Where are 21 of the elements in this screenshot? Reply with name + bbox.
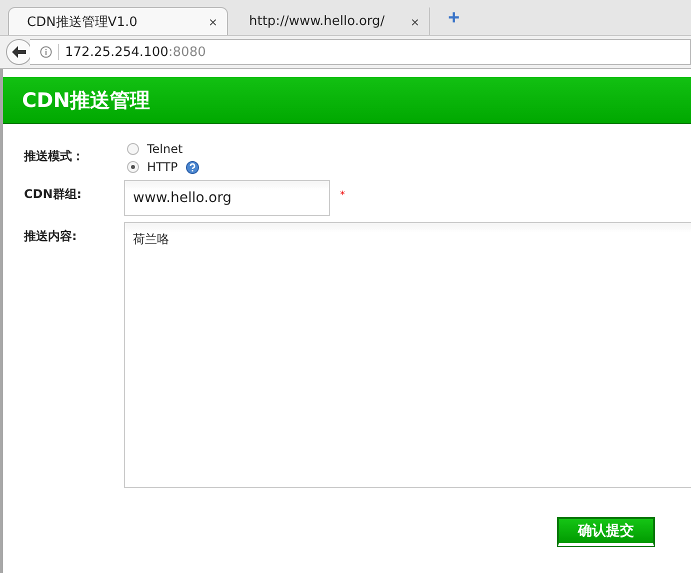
close-tab-button[interactable]: × <box>208 14 217 30</box>
radio-label: Telnet <box>147 142 183 156</box>
back-button[interactable] <box>6 39 32 65</box>
new-tab-button[interactable]: + <box>448 7 460 30</box>
back-arrow-icon <box>12 46 26 58</box>
input-field[interactable]: www.hello.org <box>124 180 330 216</box>
page-header-title: CDN推送管理 <box>3 77 691 124</box>
info-icon <box>40 46 52 58</box>
browser-tab[interactable]: CDN推送管理V1.0 × <box>8 7 228 35</box>
text-area[interactable]: 荷兰咯 <box>124 222 691 488</box>
field-label: CDN群组: <box>24 186 83 203</box>
radio-label: HTTP <box>147 160 178 174</box>
radio-button[interactable] <box>127 143 139 155</box>
close-tab-button[interactable]: × <box>410 14 419 30</box>
help-icon[interactable] <box>186 160 199 174</box>
radio-button[interactable] <box>127 161 139 173</box>
required-mark: * <box>340 189 345 201</box>
address-field[interactable]: 172.25.254.100:8080 <box>30 39 691 65</box>
field-label: 推送模式： <box>24 148 85 165</box>
field-label: 推送内容: <box>24 228 78 245</box>
url-text: 172.25.254.100:8080 <box>65 44 206 60</box>
